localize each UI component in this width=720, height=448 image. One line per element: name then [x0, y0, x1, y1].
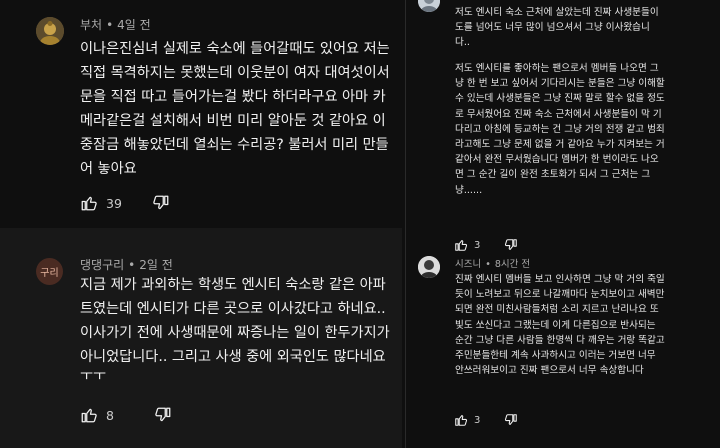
comment-line: 다..: [455, 37, 470, 49]
comment-text: 지금 제가 과외하는 학생도 엔시티 숙소랑 같은 아파 트였는데 엔시티가 다…: [80, 273, 390, 383]
user-avatar-icon: [418, 0, 440, 12]
like-button[interactable]: 3: [454, 238, 480, 252]
comment-line: 트였는데 엔시티가 다른 곳으로 이사갔다고 하네요..: [80, 301, 386, 317]
comment-actions: 3: [454, 413, 518, 427]
comment-line: 진짜 엔시티 멤버들 보고 인사하면 그냥 막 거의 죽일: [455, 274, 665, 285]
dislike-button[interactable]: [504, 413, 518, 427]
like-button[interactable]: 39: [80, 194, 122, 212]
comment-actions: 39: [80, 194, 170, 212]
dislike-button[interactable]: [504, 238, 518, 252]
author-name[interactable]: 시즈니: [455, 259, 481, 270]
comment-meta: 부처 • 4일 전: [80, 16, 151, 33]
thumbs-up-icon: [81, 408, 97, 423]
avatar[interactable]: [418, 256, 440, 278]
comment-line: 라고해도 그냥 문제 없을 거 같아요 누가 지켜보는 거: [455, 139, 665, 151]
comment-line: 저도 엔시티를 좋아하는 팬으로서 멤버들 나오면 그: [455, 63, 659, 74]
comment-line: 문을 직접 따고 들어가는걸 봤다 하더라구요 아마 카: [80, 89, 386, 105]
user-avatar-icon: [418, 256, 440, 278]
avatar[interactable]: 구리: [36, 258, 63, 285]
dislike-button[interactable]: [154, 406, 172, 424]
separator: •: [485, 259, 491, 270]
author-name[interactable]: 부처: [80, 18, 102, 32]
comment-line: 빛도 쏘신다고 그랬는데 이게 다른집으로 반사되는: [455, 319, 656, 331]
comment-text: 이나은진심녀 실제로 숙소에 들어갈때도 있어요 저는 직접 목격하지는 못했는…: [80, 37, 390, 181]
comment-meta: 시즈니 • 8시간 전: [455, 256, 530, 270]
comment-line: 냥 한 번 보고 싶어서 기다리시는 분들은 그냥 이해할: [455, 78, 665, 90]
comment-text: 진짜 엔시티 멤버들 보고 인사하면 그냥 막 거의 죽일 듯이 노려보고 뒤으…: [455, 272, 665, 378]
comment-line: 저도 엔시티 숙소 근처에 살았는데 진짜 사생분들이: [455, 7, 659, 18]
thumbs-down-icon: [155, 407, 171, 422]
author-name[interactable]: 댕댕구리: [80, 258, 124, 272]
comment-line: 주민분들한테 계속 사과하시고 이러는 거보면 너무: [455, 350, 656, 362]
comment-line: 아니었답니다.. 그리고 사생 중에 외국인도 많다네요: [80, 349, 386, 365]
comment-time[interactable]: 4일 전: [117, 18, 151, 32]
like-count: 39: [106, 195, 122, 211]
comment-line: 중잠금 해놓았던데 열쇠는 수리공? 불러서 미리 만들: [80, 137, 389, 153]
comment-line: ㅜㅜ: [80, 368, 107, 384]
comment-line: 지금 제가 과외하는 학생도 엔시티 숙소랑 같은 아파: [80, 277, 386, 293]
comment-line: 도를 넘어도 너무 많이 넘으셔서 그냥 이사왔습니: [455, 22, 650, 34]
comment-actions: 8: [80, 406, 172, 424]
avatar-text: 구리: [40, 268, 59, 279]
like-count: 8: [106, 407, 114, 423]
comment-time[interactable]: 2일 전: [139, 258, 173, 272]
dislike-button[interactable]: [152, 194, 170, 212]
comment-line: 어 놓아요: [80, 161, 137, 177]
comment-line: 메라같은걸 설치해서 비번 미리 알아둔 것 같아요 이: [80, 113, 386, 129]
separator: •: [106, 18, 114, 32]
avatar[interactable]: [36, 17, 64, 45]
comment-line: 다리고 아침에 등교하는 건 그냥 거의 전쟁 같고 범죄: [455, 123, 665, 135]
comment-line: 안쓰러워보이고 진짜 팬으로서 너무 속상합니다: [455, 365, 644, 377]
thumbs-up-icon: [455, 240, 468, 251]
comment-text: 저도 엔시티를 좋아하는 팬으로서 멤버들 나오면 그 냥 한 번 보고 싶어서…: [455, 61, 665, 198]
comment-line: 직접 목격하지는 못했는데 이웃분이 여자 대여섯이서: [80, 65, 390, 81]
comment-line: 로 무서웠어요 진짜 숙소 근처에서 사생분들이 막 기: [455, 108, 662, 120]
like-button[interactable]: 3: [454, 413, 480, 427]
separator: •: [128, 258, 136, 272]
comment-meta: 댕댕구리 • 2일 전: [80, 256, 173, 273]
comment-line: 듯이 노려보고 뒤으로 나갈깨마다 눈치보이고 새벽만: [455, 289, 665, 301]
thumbs-down-icon: [505, 414, 518, 425]
like-count: 3: [474, 239, 481, 251]
thumbs-down-icon: [505, 239, 518, 250]
thumbs-down-icon: [153, 195, 169, 210]
comment-line: 되면 완전 미친사람들처럼 소리 지르고 난리나요 또: [455, 304, 659, 316]
thumbs-up-icon: [81, 196, 97, 211]
comment-line: 같아서 완전 무서웠습니다 멤버가 한 번이라도 나오: [455, 154, 659, 166]
comment-line: 냥......: [455, 184, 483, 196]
like-count: 3: [474, 414, 481, 426]
buddha-avatar-icon: [36, 17, 64, 45]
comment-text: 저도 엔시티 숙소 근처에 살았는데 진짜 사생분들이 도를 넘어도 너무 많이…: [455, 5, 659, 51]
comment-line: 면 그 순간 길이 완전 초토화가 되서 그 근처는 그: [455, 169, 651, 181]
comment-thread-right: 저도 엔시티 숙소 근처에 살았는데 진짜 사생분들이 도를 넘어도 너무 많이…: [405, 0, 720, 448]
comment-daengdaengguri: 구리 댕댕구리 • 2일 전 지금 제가 과외하는 학생도 엔시티 숙소랑 같은 아…: [0, 228, 402, 448]
comment-line: 순간 그냥 다른 사람들 한명씩 다 깨우는 거랑 똑같고: [455, 334, 665, 346]
comment-time[interactable]: 8시간 전: [495, 259, 530, 270]
like-button[interactable]: 8: [80, 406, 114, 424]
avatar[interactable]: [418, 0, 440, 12]
comment-buche: 부처 • 4일 전 이나은진심녀 실제로 숙소에 들어갈때도 있어요 저는 직접 목…: [0, 0, 402, 228]
thumbs-up-icon: [455, 415, 468, 426]
comment-line: 이사가기 전에 사생때문에 짜증나는 일이 한두가지가: [80, 325, 390, 341]
comment-actions: 3: [454, 238, 518, 252]
comment-line: 이나은진심녀 실제로 숙소에 들어갈때도 있어요 저는: [80, 41, 390, 57]
comment-line: 수 있는데 사생분들은 그냥 진짜 말로 할수 없을 정도: [455, 93, 665, 105]
